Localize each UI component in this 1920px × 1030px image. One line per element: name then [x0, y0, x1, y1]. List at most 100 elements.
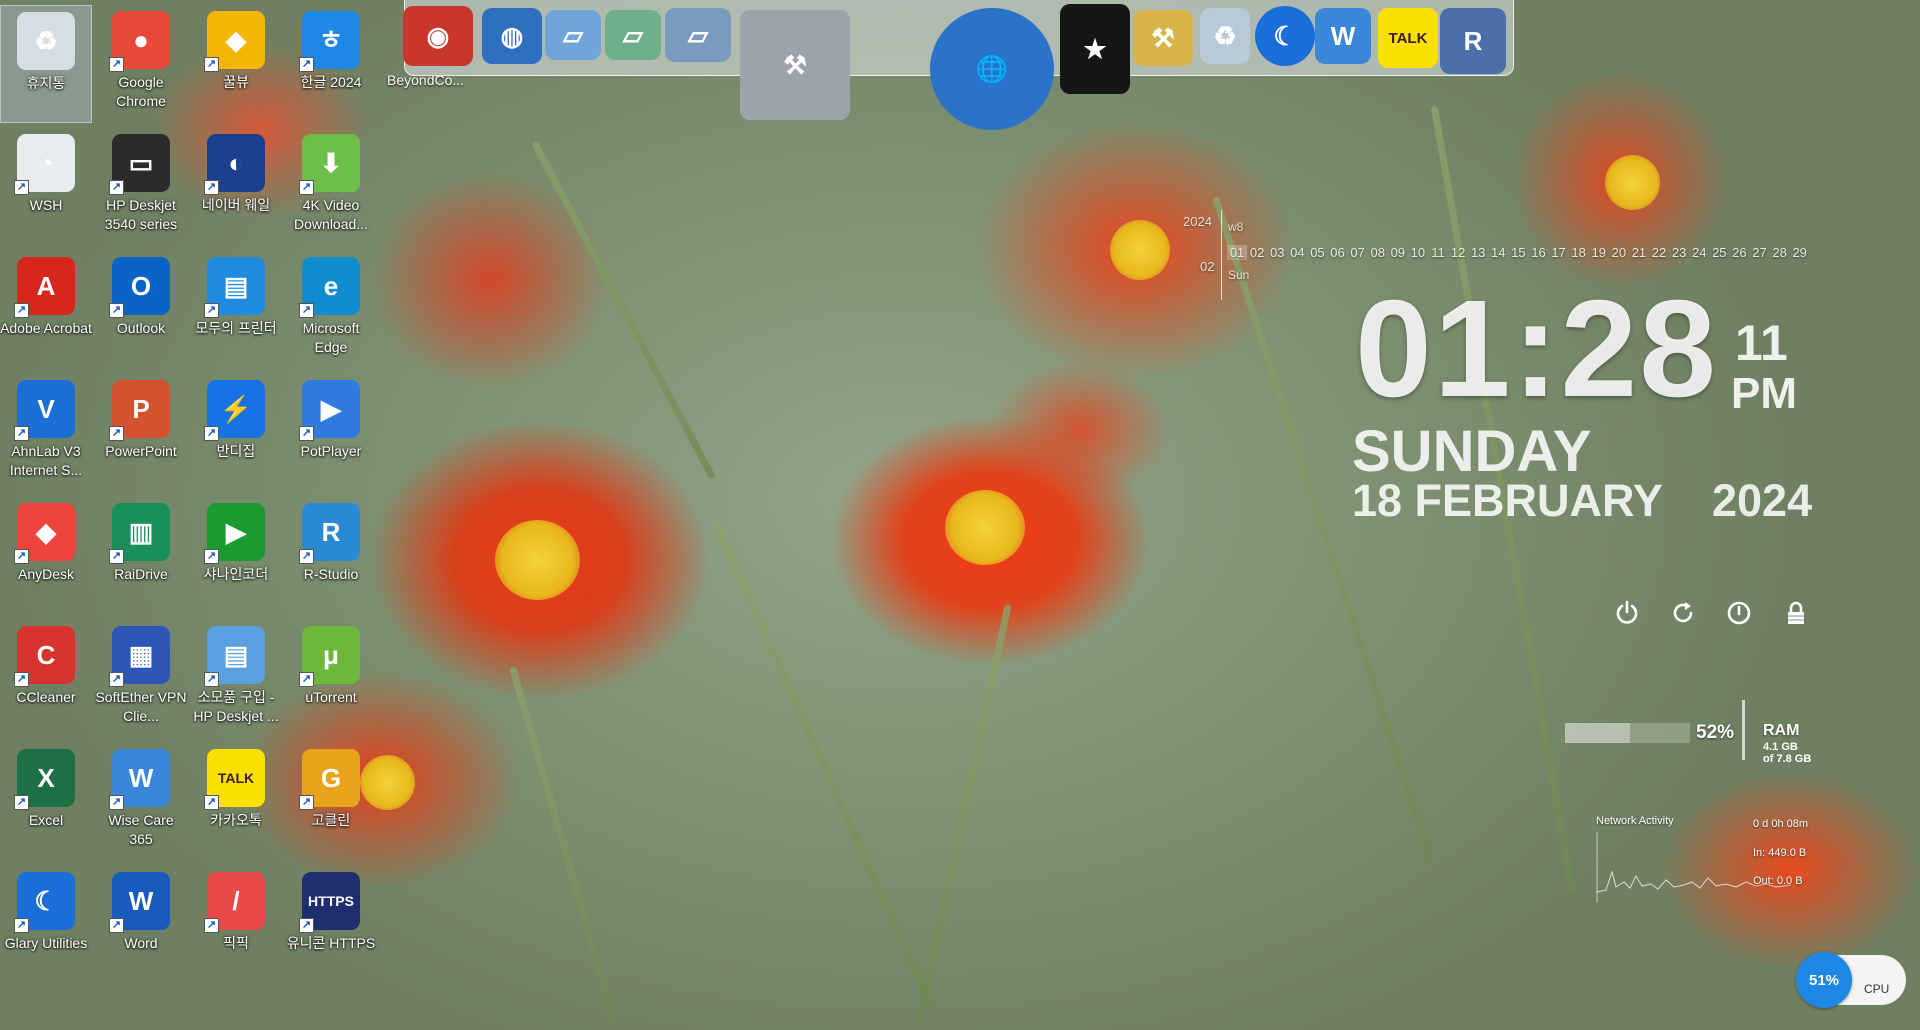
clock-year: 2024: [1712, 475, 1813, 526]
folder-icon[interactable]: ▱: [545, 10, 601, 60]
ram-label: RAM: [1763, 722, 1800, 739]
network-graph: [1596, 832, 1792, 902]
calendar-day: 10: [1410, 245, 1426, 260]
calendar-month: 02: [1200, 259, 1215, 274]
desktop-icon-label: 카카오톡: [210, 812, 262, 828]
desktop-icon-glary-utilities[interactable]: ☾ ↗ Glary Utilities: [0, 866, 92, 984]
beyond-compare-icon[interactable]: ◉: [403, 6, 473, 66]
desktop-icon-word[interactable]: W ↗ Word: [95, 866, 187, 984]
desktop-icon-naver-whale[interactable]: ◐ ↗ 네이버 웨일: [190, 128, 282, 246]
desktop-icon-hangul[interactable]: ㅎ ↗ 한글 2024: [285, 5, 377, 123]
desktop-icon-goclean[interactable]: G ↗ 고클린: [285, 743, 377, 861]
desktop-icon-label: R-Studio: [303, 566, 359, 582]
network-out: Out: 0.0 B: [1753, 875, 1803, 887]
ram-usage-fill: [1565, 723, 1630, 743]
desktop-icon-label: 픽픽: [223, 935, 249, 951]
desktop-icon-ccleaner[interactable]: C ↗ CCleaner: [0, 620, 92, 738]
calendar-day: 19: [1591, 245, 1606, 260]
goclean-icon: G ↗: [299, 749, 360, 810]
desktop-icon-powerpoint[interactable]: P ↗ PowerPoint: [95, 374, 187, 492]
shortcut-arrow-icon: ↗: [14, 672, 29, 687]
ram-total: of 7.8 GB: [1763, 753, 1812, 765]
shortcut-arrow-icon: ↗: [14, 795, 29, 810]
desktop-icon-4k-video-downloader[interactable]: ⬇ ↗ 4K Video Download...: [285, 128, 377, 246]
shortcut-arrow-icon: ↗: [299, 57, 314, 72]
desktop-icon-label: 소모품 구입 - HP Deskjet ...: [193, 689, 279, 724]
bandizip-icon: ⚡ ↗: [204, 380, 265, 441]
desktop-icon-raidrive[interactable]: ▥ ↗ RaiDrive: [95, 497, 187, 615]
shortcut-arrow-icon: ↗: [204, 549, 219, 564]
shortcut-arrow-icon: ↗: [109, 303, 124, 318]
desktop-icon-shana-encoder[interactable]: ▶ ↗ 샤나인코더: [190, 497, 282, 615]
desktop-icon-chrome[interactable]: ● ↗ Google Chrome: [95, 5, 187, 123]
ahnlab-v3-icon: V ↗: [14, 380, 75, 441]
desktop-icon-label: Microsoft Edge: [302, 320, 360, 355]
desktop-icon-hp-printer[interactable]: ▭ ↗ HP Deskjet 3540 series: [95, 128, 187, 246]
shortcut-arrow-icon: ↗: [14, 426, 29, 441]
restart-button[interactable]: [1666, 596, 1700, 630]
desktop-icon-label: 모두의 프린터: [195, 320, 277, 336]
desktop-icon-kakaotalk[interactable]: TALK ↗ 카카오톡: [190, 743, 282, 861]
desktop-icon-hp-supplies[interactable]: ▤ ↗ 소모품 구입 - HP Deskjet ...: [190, 620, 282, 738]
shutdown-button[interactable]: [1610, 596, 1644, 630]
anydesk-icon: ◆ ↗: [14, 503, 75, 564]
desktop-icon-modu-printer[interactable]: ▤ ↗ 모두의 프린터: [190, 251, 282, 369]
desktop-icon-honeyview[interactable]: ◆ ↗ 꿀뷰: [190, 5, 282, 123]
hammer-icon[interactable]: ⚒: [1133, 10, 1193, 66]
desktop-icon-adobe-acrobat[interactable]: A ↗ Adobe Acrobat: [0, 251, 92, 369]
wise-dock-icon[interactable]: W: [1315, 8, 1371, 64]
shortcut-arrow-icon: ↗: [109, 672, 124, 687]
desktop-icon-wsh[interactable]: ◔ ↗ WSH: [0, 128, 92, 246]
glary-dock-icon[interactable]: ☾: [1255, 6, 1315, 66]
tools-icon[interactable]: ⚒: [740, 10, 850, 120]
calendar-day: 27: [1752, 245, 1767, 260]
desktop-icon-picpick[interactable]: / ↗ 픽픽: [190, 866, 282, 984]
desktop-icon-bandizip[interactable]: ⚡ ↗ 반디집: [190, 374, 282, 492]
green-folder-icon[interactable]: ▱: [605, 10, 661, 60]
calendar-day: 28: [1772, 245, 1787, 260]
shortcut-arrow-icon: ↗: [299, 549, 314, 564]
recycle-bin-icon: ♻: [17, 12, 75, 70]
calendar-day: 01: [1227, 245, 1248, 260]
desktop-icon-anydesk[interactable]: ◆ ↗ AnyDesk: [0, 497, 92, 615]
power-icon: [1616, 600, 1638, 624]
cpu-widget[interactable]: 51% CPU: [1796, 952, 1906, 1008]
adobe-acrobat-icon: A ↗: [14, 257, 75, 318]
shortcut-arrow-icon: ↗: [109, 57, 124, 72]
calendar-day: 03: [1270, 245, 1285, 260]
web-browser-icon[interactable]: ◍: [482, 8, 542, 64]
desktop-icon-r-studio[interactable]: R ↗ R-Studio: [285, 497, 377, 615]
kakaotalk-dock-icon[interactable]: TALK: [1378, 8, 1438, 68]
shortcut-arrow-icon: ↗: [299, 426, 314, 441]
desktop-icon-unicorn-https[interactable]: HTTPS ↗ 유니콘 HTTPS: [285, 866, 377, 984]
desktop-icon-outlook[interactable]: O ↗ Outlook: [95, 251, 187, 369]
shortcut-arrow-icon: ↗: [109, 426, 124, 441]
desktop-icon-utorrent[interactable]: μ ↗ uTorrent: [285, 620, 377, 738]
word-icon: W ↗: [109, 872, 170, 933]
calendar-day: 11: [1431, 245, 1445, 260]
desktop-icon-label: CCleaner: [16, 689, 76, 705]
desktop-icon-excel[interactable]: X ↗ Excel: [0, 743, 92, 861]
desktop-icon-potplayer[interactable]: ▶ ↗ PotPlayer: [285, 374, 377, 492]
r-tool-icon[interactable]: R: [1440, 8, 1506, 74]
desktop-icon-label: RaiDrive: [114, 566, 168, 582]
trash-icon[interactable]: ♻: [1200, 8, 1250, 64]
desktop-icon-recycle-bin[interactable]: ♻ 휴지통: [0, 5, 92, 123]
tshirt-icon[interactable]: ★: [1060, 4, 1130, 94]
calendar-day: 20: [1611, 245, 1627, 260]
potplayer-icon: ▶ ↗: [299, 380, 360, 441]
calendar-day: 08: [1370, 245, 1385, 260]
logoff-button[interactable]: [1722, 596, 1756, 630]
picture-folder-icon[interactable]: ▱: [665, 8, 731, 62]
ram-used: 4.1 GB: [1763, 741, 1798, 753]
shortcut-arrow-icon: ↗: [299, 672, 314, 687]
desktop-icon-edge[interactable]: e ↗ Microsoft Edge: [285, 251, 377, 369]
desktop-icon-wise-care[interactable]: W ↗ Wise Care 365: [95, 743, 187, 861]
lock-button[interactable]: [1779, 596, 1813, 630]
desktop-icon-softether-vpn[interactable]: ▦ ↗ SoftEther VPN Clie...: [95, 620, 187, 738]
picpick-icon: / ↗: [204, 872, 265, 933]
ccleaner-icon: C ↗: [14, 626, 75, 687]
desktop-icon-label: HP Deskjet 3540 series: [104, 197, 178, 232]
globe-icon[interactable]: 🌐: [930, 8, 1054, 130]
desktop-icon-ahnlab-v3[interactable]: V ↗ AhnLab V3 Internet S...: [0, 374, 92, 492]
